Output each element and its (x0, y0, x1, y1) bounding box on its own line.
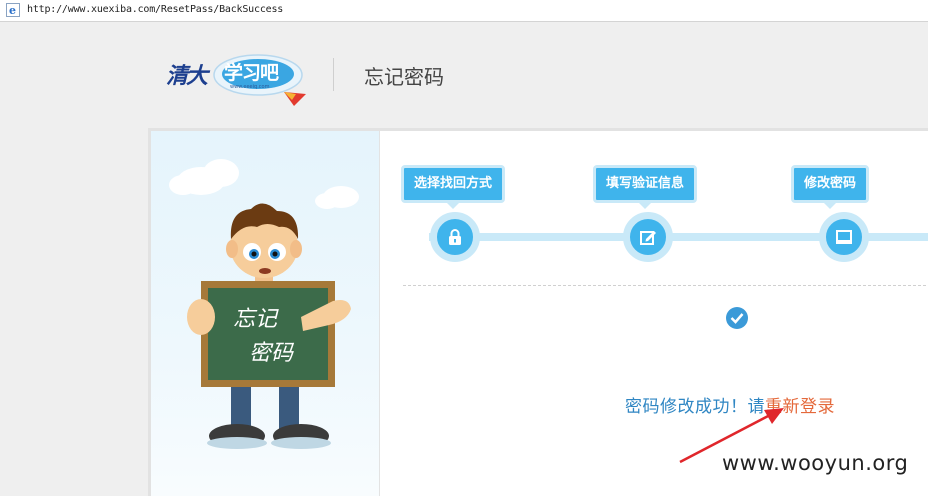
svg-text:e: e (9, 4, 16, 17)
step-circle (623, 212, 673, 262)
board-text-line2: 密码 (249, 341, 294, 366)
step-circle (819, 212, 869, 262)
lock-icon (449, 229, 461, 245)
illustration-panel: 忘记 密码 (151, 131, 380, 496)
header-divider (333, 58, 334, 91)
step-circle (430, 212, 480, 262)
ie-page-icon: e (6, 3, 20, 17)
step-label: 修改密码 (791, 165, 870, 209)
section-divider (403, 285, 928, 286)
step-label: 填写验证信息 (593, 165, 698, 209)
url-text[interactable]: http://www.xuexiba.com/ResetPass/BackSuc… (27, 4, 283, 15)
monitor-icon (836, 230, 852, 244)
page-title: 忘记密码 (364, 65, 444, 89)
site-logo[interactable]: 清大 学习吧 www.eeeiq.com (166, 46, 306, 106)
logo-url: www.eeeiq.com (230, 84, 270, 90)
success-check-icon (726, 307, 748, 329)
main-card: 忘记 密码 选择找回方式 填写验证信息 修改密码 密码修改成功！请重新登录 (148, 128, 928, 496)
step-label: 选择找回方式 (401, 165, 506, 209)
edit-icon (640, 231, 656, 245)
address-bar[interactable]: e http://www.xuexiba.com/ResetPass/BackS… (0, 0, 928, 22)
board-text-line1: 忘记 (233, 307, 278, 332)
watermark: www.wooyun.org (722, 451, 909, 475)
logo-brand: 清大 (166, 63, 208, 89)
logo-product: 学习吧 (224, 62, 279, 84)
